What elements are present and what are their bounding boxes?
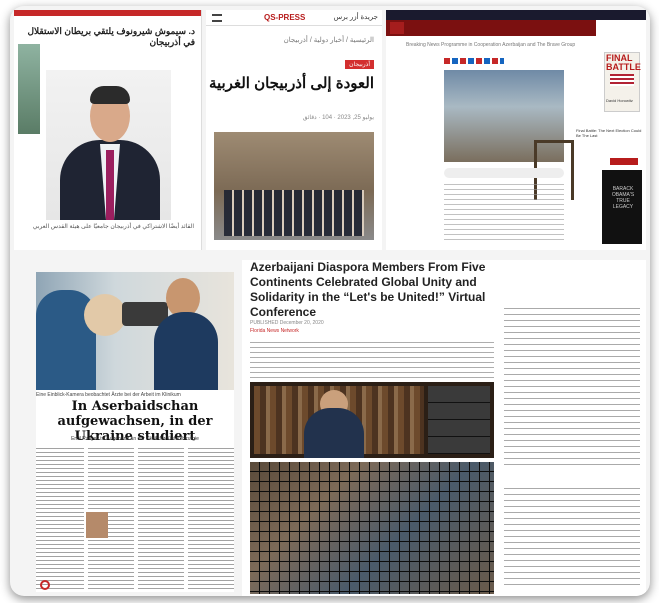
sidebar-list[interactable]: [504, 488, 640, 588]
article-byline: PUBLISHED December 20, 2020 Florida News…: [250, 320, 324, 335]
people-row: [224, 190, 364, 236]
column-gap: [134, 448, 138, 592]
video-call-grid: [250, 462, 494, 594]
article-title: Azerbaijani Diaspora Members From Five C…: [250, 260, 486, 319]
breaking-news-ticker[interactable]: Breaking News Programme in Cooperation A…: [406, 42, 575, 48]
arabic-news-portrait-panel: د. سيموش شيرونوف يلتقي بريطان الاستقلال …: [14, 10, 202, 250]
article-body-text: [444, 184, 564, 244]
hamburger-menu-icon[interactable]: [212, 14, 222, 22]
side-thumbnail[interactable]: [18, 44, 40, 134]
site-brand[interactable]: QS-PRESS: [264, 13, 305, 22]
article-body-text: [250, 342, 494, 382]
red-top-bar: [14, 10, 201, 16]
column-gap: [184, 448, 188, 592]
secondary-nav-bar[interactable]: [386, 20, 596, 36]
tie-shape: [106, 150, 114, 220]
panel1-caption: القائد أيضًا الاشتراكي في أذربيجان جامعي…: [32, 224, 194, 230]
patient-shape: [84, 294, 126, 336]
second-book-title: BARACK OBAMA'S TRUE LEGACY: [611, 186, 635, 210]
byline-source-link[interactable]: Florida News Network: [250, 328, 324, 336]
doctor-shape: [154, 312, 218, 390]
photo-caption: Eine Einblick-Kamera beobachtet Ärzte be…: [36, 392, 181, 398]
byline-date: PUBLISHED December 20, 2020: [250, 320, 324, 326]
clinic-photo: [36, 272, 234, 390]
newspaper-deck: Emil Rzayev ist Augenarzt an der Klinik …: [71, 436, 199, 442]
related-news-sidebar: [504, 298, 640, 594]
book-ad-caption[interactable]: Final Battle: The Next Election Could Be…: [576, 128, 646, 138]
sidebar-list[interactable]: [504, 308, 640, 468]
site-header: QS-PRESS جريدة أزر برس: [206, 10, 382, 26]
group-photo: [214, 132, 374, 240]
german-newspaper-panel: Eine Einblick-Kamera beobachtet Ärzte be…: [36, 272, 234, 592]
hair-shape: [90, 86, 130, 104]
participant-tiles: [428, 386, 490, 454]
site-logo[interactable]: [390, 22, 404, 34]
arabic-article-panel: QS-PRESS جريدة أزر برس الرئيسية / أخبار …: [206, 10, 382, 250]
speaker-shape: [304, 408, 364, 458]
english-article-panel: Azerbaijani Diaspora Members From Five C…: [242, 260, 646, 596]
english-news-site-panel: Breaking News Programme in Cooperation A…: [386, 10, 646, 250]
article-meta: يوليو 25, 2023 · 104 · دقائق: [302, 115, 374, 121]
buy-button[interactable]: [610, 158, 638, 165]
red-circle-mark: [40, 580, 50, 590]
top-nav-bar[interactable]: [386, 10, 646, 20]
panel1-headline[interactable]: د. سيموش شيرونوف يلتقي بريطان الاستقلال …: [25, 26, 195, 48]
breadcrumb[interactable]: الرئيسية / أخبار دولية / أذربيجان: [284, 36, 374, 44]
author-photo: [86, 512, 108, 538]
share-buttons-row[interactable]: [444, 58, 504, 64]
category-tag[interactable]: أذربيجان: [345, 60, 374, 69]
book-ad-author: David Horowitz: [606, 98, 633, 103]
collage-frame: د. سيموش شيرونوف يلتقي بريطان الاستقلال …: [10, 6, 650, 596]
memorial-photo: [444, 70, 574, 200]
article-title: العودة إلى أذربيجان الغربية: [208, 75, 374, 92]
official-portrait-photo: [46, 70, 171, 220]
flag-graphic: [610, 74, 634, 86]
book-ad-title: FINAL BATTLE: [606, 53, 641, 72]
audio-player[interactable]: [444, 168, 564, 178]
site-brand-arabic[interactable]: جريدة أزر برس: [334, 13, 378, 21]
